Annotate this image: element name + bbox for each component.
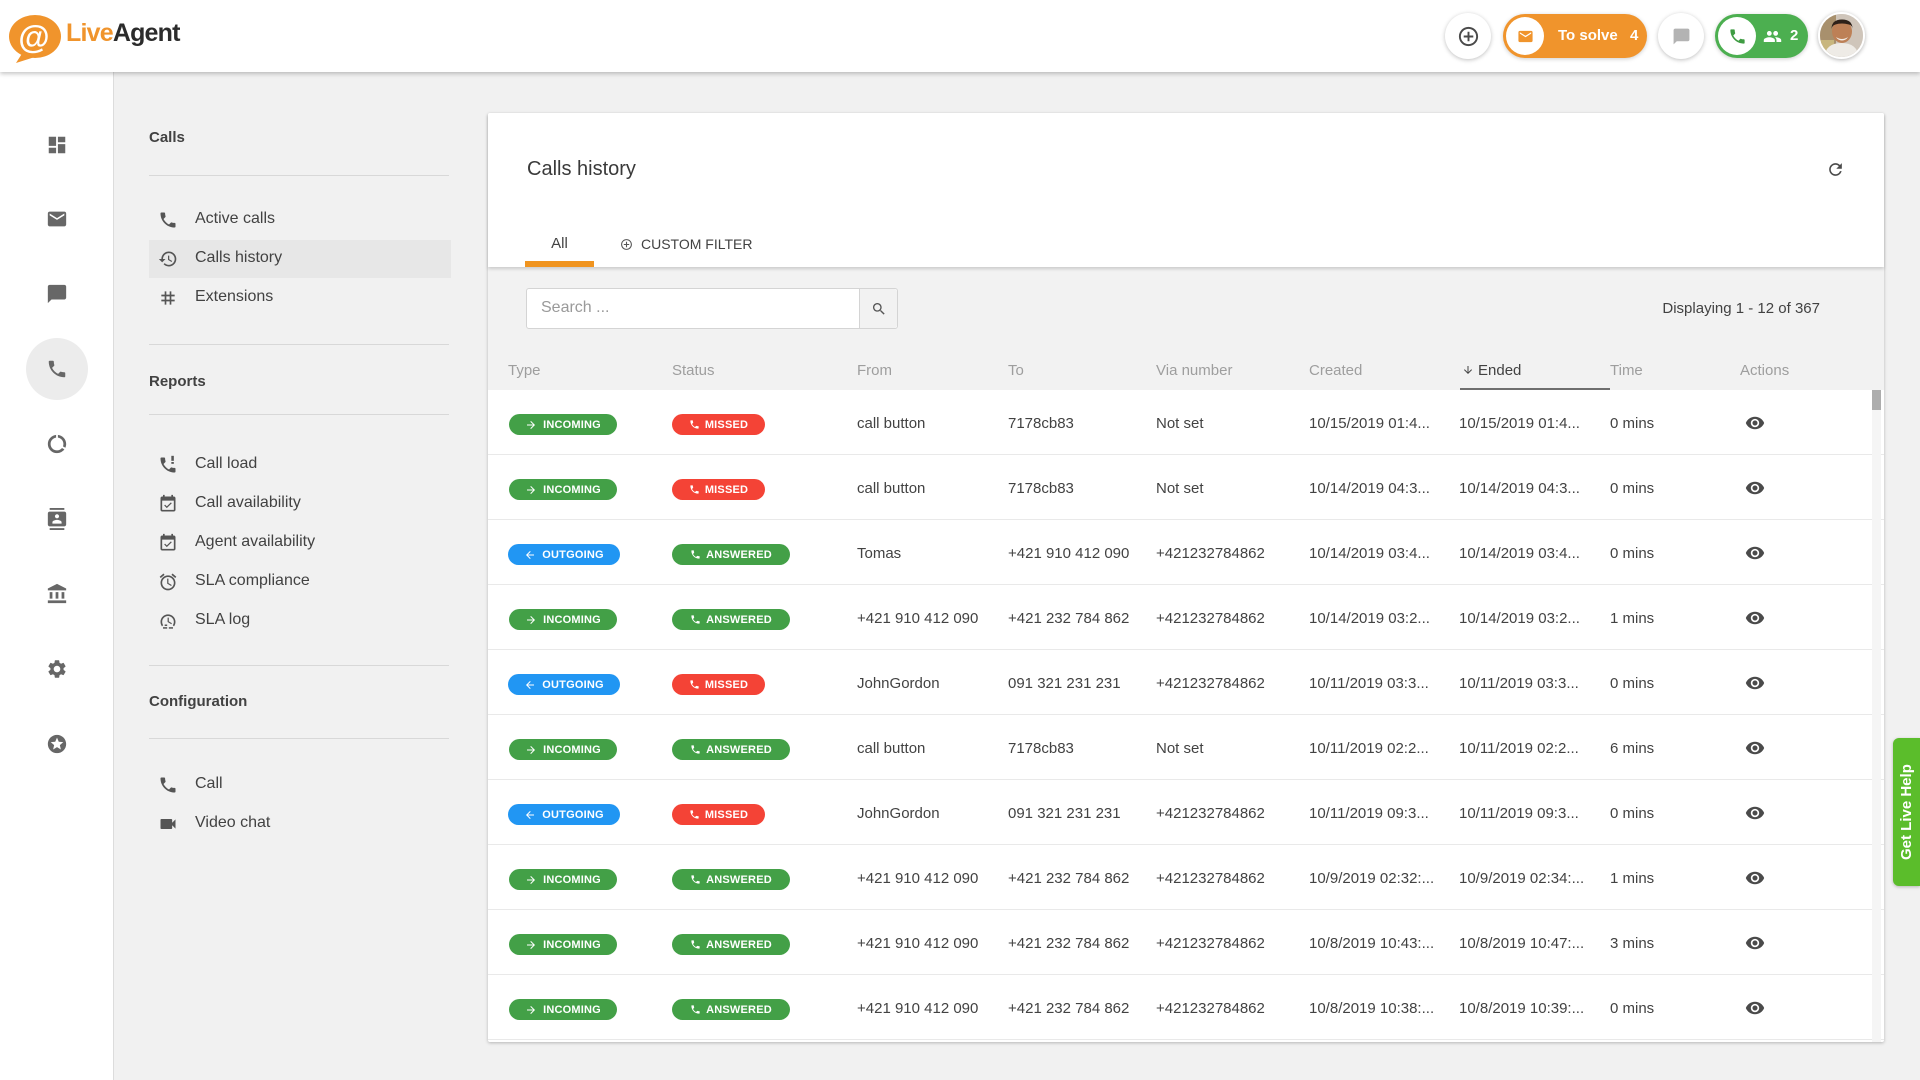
svg-text:@: @ xyxy=(18,19,49,55)
